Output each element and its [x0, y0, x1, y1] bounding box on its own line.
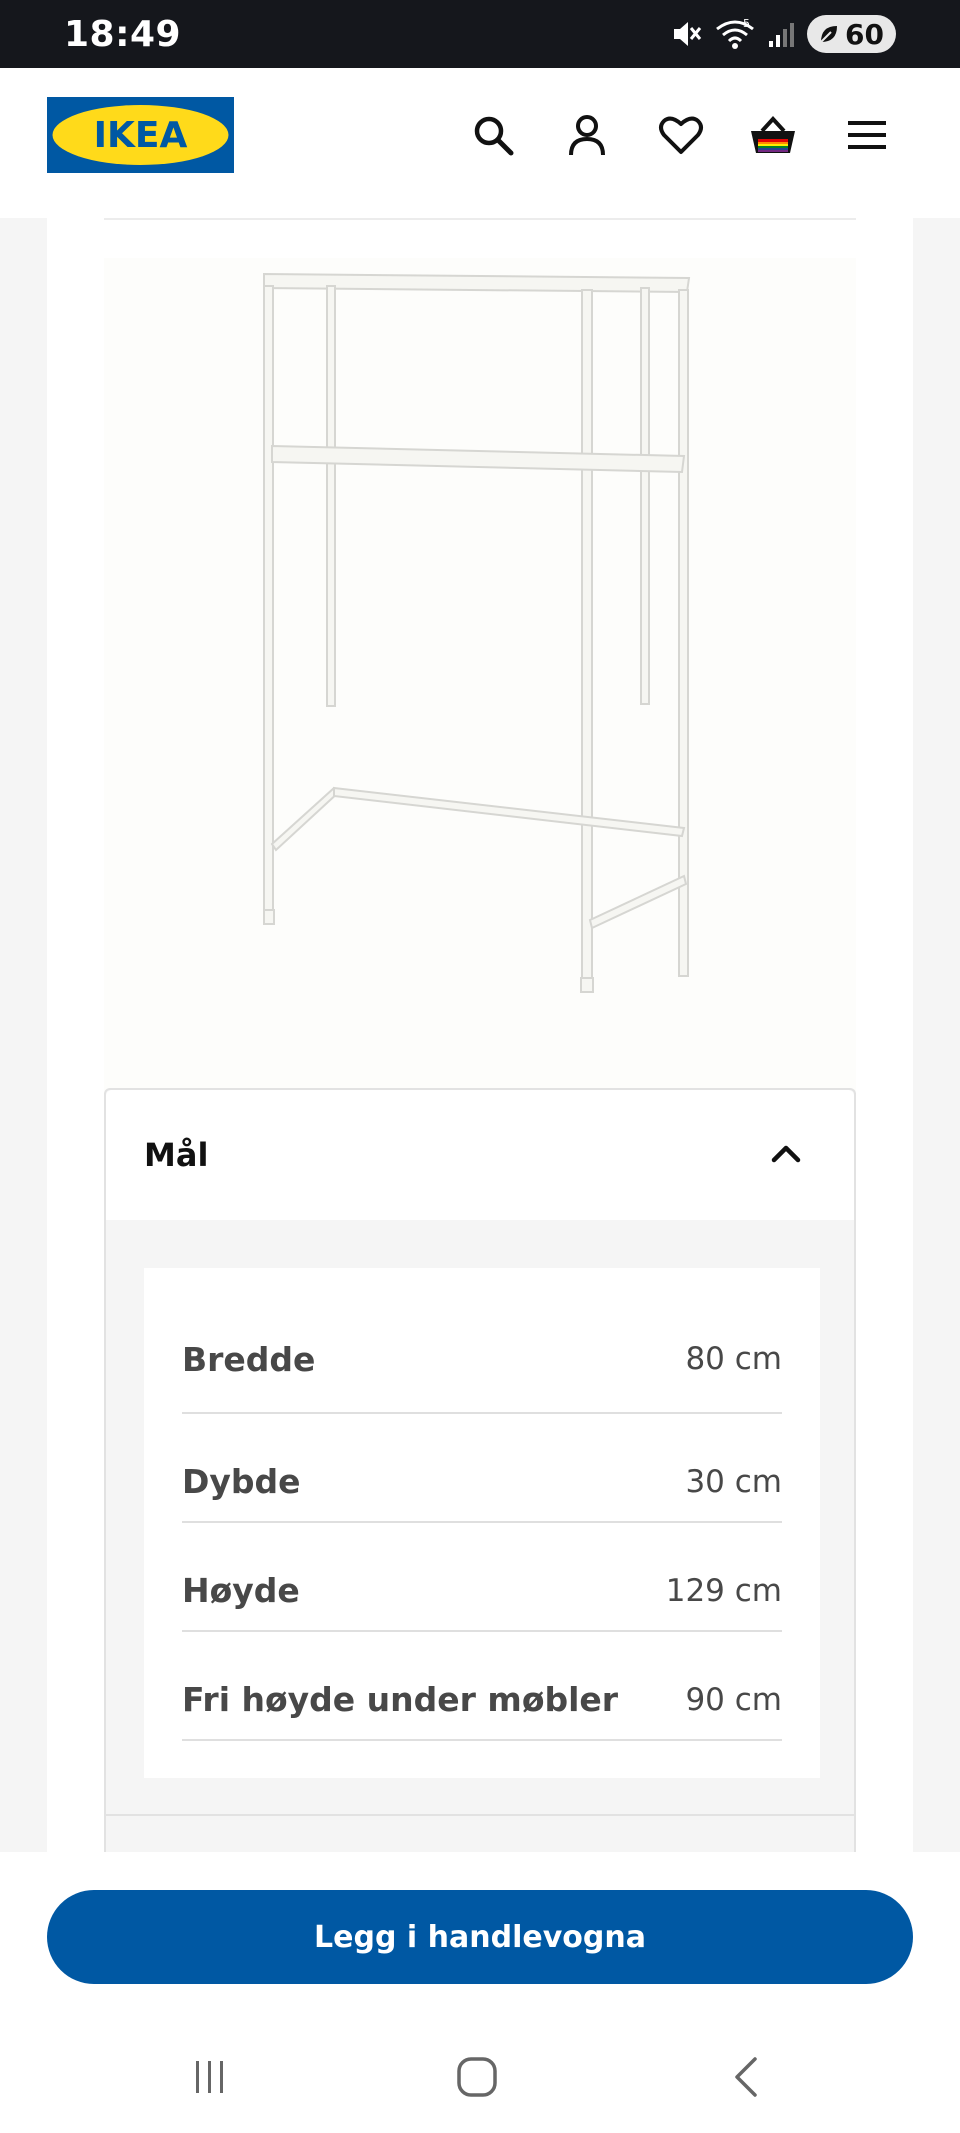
logo-text: IKEA — [94, 115, 188, 156]
status-time: 18:49 — [64, 14, 182, 55]
add-to-cart-button[interactable]: Legg i handlevogna — [47, 1890, 913, 1984]
battery-level: 60 — [845, 17, 884, 51]
recents-icon[interactable] — [180, 2052, 240, 2102]
account-icon[interactable] — [562, 110, 612, 160]
dimension-value: 30 cm — [685, 1463, 782, 1500]
dimension-label: Høyde — [182, 1571, 300, 1610]
accordion-title: Mål — [144, 1136, 209, 1174]
signal-icon — [769, 23, 795, 47]
heart-icon[interactable] — [656, 110, 706, 160]
dimensions-accordion: Mål Bredde 80 cm Dybde 30 cm Høyde 129 c… — [104, 1088, 856, 1868]
home-icon[interactable] — [447, 2052, 507, 2102]
dimension-value: 80 cm — [685, 1341, 782, 1377]
divider — [104, 218, 856, 220]
wifi-label: 5 — [743, 17, 750, 30]
wifi-icon: 5 — [716, 17, 754, 49]
ikea-logo[interactable]: IKEA — [47, 97, 234, 173]
dimension-label: Bredde — [182, 1339, 316, 1379]
dimensions-table: Bredde 80 cm Dybde 30 cm Høyde 129 cm Fr… — [144, 1268, 820, 1778]
dimensions-accordion-header[interactable]: Mål — [106, 1090, 854, 1220]
menu-icon[interactable] — [842, 110, 892, 160]
dimension-row-width: Bredde 80 cm — [182, 1268, 782, 1414]
product-card: Mål Bredde 80 cm Dybde 30 cm Høyde 129 c… — [47, 218, 913, 1868]
cart-icon[interactable] — [748, 110, 798, 160]
dimension-row-clearance: Fri høyde under møbler 90 cm — [182, 1632, 782, 1741]
status-icons: 5 60 — [669, 12, 896, 56]
status-bar: 18:49 5 60 — [0, 0, 960, 68]
search-icon[interactable] — [468, 110, 518, 160]
dimension-row-depth: Dybde 30 cm — [182, 1414, 782, 1523]
dimension-label: Dybde — [182, 1462, 301, 1501]
battery-indicator: 60 — [807, 15, 896, 53]
next-accordion-section[interactable] — [104, 1814, 856, 1856]
leaf-icon — [820, 26, 838, 43]
dimension-value: 129 cm — [665, 1572, 782, 1609]
dimension-label: Fri høyde under møbler — [182, 1680, 619, 1719]
bottom-bar: Legg i handlevogna — [0, 1852, 960, 2133]
mute-icon — [674, 22, 702, 46]
back-icon[interactable] — [717, 2052, 777, 2102]
dimension-row-height: Høyde 129 cm — [182, 1523, 782, 1632]
dimension-value: 90 cm — [685, 1681, 782, 1718]
chevron-up-icon[interactable] — [768, 1136, 804, 1172]
site-header: IKEA — [0, 68, 960, 218]
